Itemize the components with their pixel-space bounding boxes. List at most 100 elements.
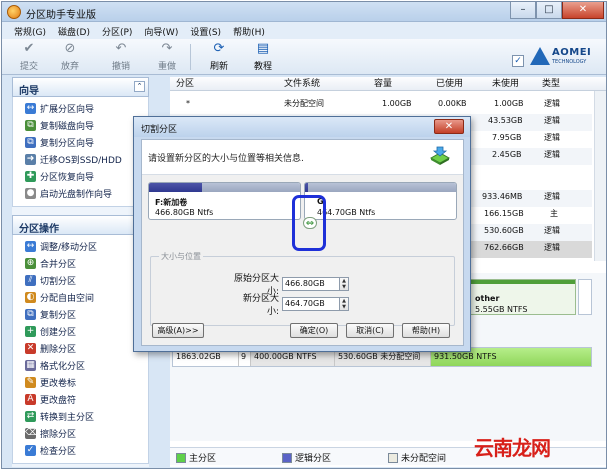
col-capacity[interactable]: 容量	[374, 77, 392, 91]
sidebar-item-convert-primary[interactable]: ⇄ 转换到主分区	[13, 408, 148, 425]
dialog-close-button[interactable]: ✕	[434, 119, 464, 134]
menu-settings[interactable]: 设置(S)	[184, 22, 227, 39]
sidebar-item-label: 启动光盘制作向导	[40, 190, 113, 200]
orig-size-field[interactable]: 466.80GB	[282, 277, 340, 291]
redo-button[interactable]: ↷ 重做	[148, 41, 186, 72]
discard-button[interactable]: ⊘ 放弃	[51, 41, 89, 72]
col-used[interactable]: 已使用	[436, 77, 463, 91]
advanced-button[interactable]: 高级(A)>>	[152, 323, 204, 338]
minimize-button[interactable]: –	[510, 2, 536, 19]
sidebar-item-check[interactable]: ✓ 检查分区	[13, 442, 148, 459]
undo-button[interactable]: ↶ 撤销	[102, 41, 140, 72]
col-free[interactable]: 未使用	[492, 77, 519, 91]
table-row[interactable]: * 未分配空间 1.00GB 0.00KB 1.00GB 逻辑	[170, 97, 592, 114]
new-size-field[interactable]: 464.70GB	[282, 297, 340, 311]
menu-wizard[interactable]: 向导(W)	[138, 22, 184, 39]
cell-type: 逻辑	[544, 133, 560, 142]
new-size-spinner[interactable]: ▲ ▼	[340, 297, 349, 311]
convert-icon: ⇄	[25, 411, 36, 422]
ops-panel-header[interactable]: 分区操作	[12, 215, 149, 235]
partition-right[interactable]: G 464.70GB Ntfs	[304, 182, 457, 220]
sidebar-item-delete[interactable]: ✕ 删除分区	[13, 340, 148, 357]
split-partition-dialog: 切割分区 ✕ 请设置新分区的大小与位置等相关信息. F:新加卷 466.80GB…	[133, 116, 471, 352]
cell-type: 逻辑	[544, 116, 560, 125]
cell-type: 主	[550, 209, 558, 218]
col-filesystem[interactable]: 文件系统	[284, 77, 320, 91]
watermark: 云南龙网	[474, 436, 551, 460]
refresh-icon: ⟳	[213, 41, 225, 56]
disk-scroll[interactable]	[578, 279, 592, 315]
dialog-title-bar[interactable]: 切割分区 ✕	[134, 117, 470, 137]
disk-split-icon	[429, 146, 451, 165]
sidebar-item-label: 转换到主分区	[40, 413, 95, 423]
commit-label: 提交	[19, 62, 38, 72]
menu-general[interactable]: 常规(G)	[8, 22, 52, 39]
merge-icon: ⊕	[25, 258, 36, 269]
legend-unallocated-label: 未分配空间	[401, 454, 447, 464]
cell-partition: *	[186, 99, 190, 108]
col-partition[interactable]: 分区	[176, 77, 194, 91]
sidebar-item-create[interactable]: + 创建分区	[13, 323, 148, 340]
orig-size-spinner[interactable]: ▲ ▼	[340, 277, 349, 291]
cell-free: 933.46MB	[482, 192, 523, 201]
commit-button[interactable]: ✔ 提交	[10, 41, 48, 72]
spin-down-icon[interactable]: ▼	[342, 284, 346, 290]
sidebar-item-recovery-wizard[interactable]: ✚ 分区恢复向导	[13, 168, 148, 185]
legend-unallocated: 未分配空间	[388, 451, 446, 464]
refresh-button[interactable]: ⟳ 刷新	[200, 41, 238, 72]
title-bar: 分区助手专业版 – □ ✕	[2, 2, 606, 22]
sidebar: 向导 ⌃ ↔ 扩展分区向导 ⧉ 复制磁盘向导 ⧉ 复制分区向导 ➜ 迁移OS到SSD/H…	[12, 77, 149, 467]
spin-down-icon[interactable]: ▼	[342, 304, 346, 310]
toolbar: ✔ 提交 ⊘ 放弃 ↶ 撤销 ↷ 重做 ⟳ 刷新 ▤ 教程 ✓ AOMEI TE…	[2, 39, 606, 75]
sidebar-item-drive-letter[interactable]: A 更改盘符	[13, 391, 148, 408]
split-drag-handle[interactable]: ⇔	[303, 217, 317, 229]
sidebar-item-label: 合并分区	[40, 260, 77, 270]
ok-button[interactable]: 确定(O)	[290, 323, 338, 338]
sidebar-item-split[interactable]: ⫽ 切割分区	[13, 272, 148, 289]
sidebar-item-resize[interactable]: ↔ 调整/移动分区	[13, 238, 148, 255]
sidebar-item-migrate-os[interactable]: ➜ 迁移OS到SSD/HDD	[13, 151, 148, 168]
partition-left[interactable]: F:新加卷 466.80GB Ntfs	[148, 182, 301, 220]
redo-label: 重做	[157, 62, 176, 72]
legend-primary-swatch	[176, 452, 186, 463]
dialog-prompt-text: 请设置新分区的大小与位置等相关信息.	[148, 154, 304, 164]
sidebar-item-merge[interactable]: ⊕ 合并分区	[13, 255, 148, 272]
sidebar-item-label: 分区恢复向导	[40, 173, 95, 183]
sidebar-item-bootable-cd[interactable]: ● 启动光盘制作向导	[13, 185, 148, 202]
sidebar-item-label: 复制磁盘向导	[40, 122, 95, 132]
sidebar-item-copy[interactable]: ⧉ 复制分区	[13, 306, 148, 323]
sidebar-item-wipe[interactable]: ⌫ 擦除分区	[13, 425, 148, 442]
sidebar-item-label: 检查分区	[40, 447, 77, 457]
new-size-row: 新分区大小: 464.70GB ▲ ▼	[231, 294, 349, 317]
sidebar-item-copy-partition-wizard[interactable]: ⧉ 复制分区向导	[13, 134, 148, 151]
collapse-icon[interactable]: ⌃	[134, 81, 145, 92]
wizard-panel-header[interactable]: 向导 ⌃	[12, 77, 149, 97]
aomei-logo: AOMEI TECHNOLOGY	[530, 45, 596, 69]
sidebar-item-copy-disk-wizard[interactable]: ⧉ 复制磁盘向导	[13, 117, 148, 134]
size-position-legend: 大小与位置	[159, 251, 203, 262]
menu-help[interactable]: 帮助(H)	[227, 22, 271, 39]
disk-partition-other[interactable]: other 5.55GB NTFS	[470, 279, 576, 315]
sidebar-item-label: 扩展分区向导	[40, 105, 95, 115]
help-button[interactable]: 帮助(H)	[402, 323, 450, 338]
menu-partition[interactable]: 分区(P)	[96, 22, 138, 39]
tutorial-label: 教程	[253, 62, 272, 72]
sidebar-item-extend-wizard[interactable]: ↔ 扩展分区向导	[13, 100, 148, 117]
vertical-scrollbar[interactable]	[594, 91, 606, 261]
undo-label: 撤销	[111, 62, 130, 72]
sidebar-item-label-change[interactable]: ✎ 更改卷标	[13, 374, 148, 391]
legend-unallocated-swatch	[388, 452, 398, 463]
menu-disk[interactable]: 磁盘(D)	[52, 22, 96, 39]
cancel-button[interactable]: 取消(C)	[346, 323, 394, 338]
cell-free: 7.95GB	[492, 133, 522, 142]
col-type[interactable]: 类型	[542, 77, 560, 91]
tutorial-button[interactable]: ▤ 教程	[244, 41, 282, 72]
cell-free: 762.66GB	[484, 243, 524, 252]
close-button[interactable]: ✕	[562, 2, 604, 19]
sidebar-item-format[interactable]: ▦ 格式化分区	[13, 357, 148, 374]
maximize-button[interactable]: □	[536, 2, 562, 19]
toolbar-checkbox[interactable]: ✓	[512, 55, 524, 67]
sidebar-item-allocate[interactable]: ◐ 分配自由空间	[13, 289, 148, 306]
new-size-label: 新分区大小:	[242, 294, 279, 317]
sidebar-item-label: 切割分区	[40, 277, 77, 287]
